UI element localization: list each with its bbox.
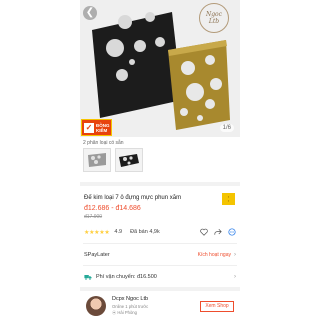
watermark-line2: Ltb — [208, 18, 220, 25]
chevron-right-icon: › — [234, 274, 236, 280]
badge-line2: KIỂM — [96, 127, 108, 133]
shop-online-status: Online 1 phút trước — [112, 304, 149, 309]
original-price: đ17.900 — [84, 214, 103, 220]
rating-row: ★★★★★ 4.9 Đã bán 4,9k — [84, 227, 236, 237]
section-divider — [80, 182, 240, 186]
rating-value: 4.9 — [114, 229, 123, 235]
sold-count: Đã bán 4,9k — [130, 229, 160, 235]
variant-black-image — [116, 149, 142, 171]
checkmark-icon: ✓ — [84, 122, 94, 133]
spaylater-label: SPayLater — [84, 252, 110, 258]
share-icon[interactable] — [214, 228, 222, 236]
variant-section: 2 phân loại có sẵn — [83, 140, 237, 172]
shop-card: Dcpx Ngoc Ltb Online 1 phút trước ⦿ Hải … — [84, 295, 236, 319]
chat-icon[interactable] — [228, 228, 236, 236]
product-price: đ12.686 - đ14.686 — [84, 205, 141, 212]
truck-icon — [84, 275, 92, 280]
shop-avatar[interactable] — [86, 296, 106, 316]
chevron-right-icon: › — [234, 252, 236, 258]
product-title: Đế kim loại 7 ô đựng mực phun xăm — [84, 195, 182, 201]
shipping-fee: Phí vận chuyển: đ16.500 — [96, 274, 157, 280]
shop-watermark: Ngoc Ltb — [199, 3, 229, 33]
image-counter: 1/6 — [219, 124, 234, 132]
variant-count-label: 2 phân loại có sẵn — [83, 140, 124, 146]
variant-gold-image — [84, 149, 110, 171]
shop-location-text: Hải Phòng — [117, 310, 137, 315]
shop-location: ⦿ Hải Phòng — [112, 310, 137, 316]
spaylater-activate-link[interactable]: Kích hoạt ngay — [198, 252, 231, 258]
shipping-row[interactable]: Phí vận chuyển: đ16.500 › — [84, 272, 236, 282]
star-rating-icon: ★★★★★ — [84, 229, 110, 236]
badge-text: ĐỒNG KIỂM — [96, 123, 110, 133]
row-divider — [83, 243, 237, 244]
shopee-mall-icon: ▪ ▪ — [222, 193, 235, 205]
heart-icon[interactable] — [200, 228, 208, 236]
product-page: ❮ Ngoc Ltb ✓ ĐỒNG KIỂM 1/6 2 phân loại c… — [80, 0, 240, 320]
section-divider — [80, 287, 240, 291]
variant-thumb-gold[interactable] — [83, 148, 111, 172]
variant-thumb-black[interactable] — [115, 148, 143, 172]
row-divider — [83, 265, 237, 266]
back-button[interactable]: ❮ — [83, 6, 97, 20]
location-pin-icon: ⦿ — [112, 310, 117, 315]
spaylater-row[interactable]: SPayLater Kích hoạt ngay › — [84, 250, 236, 260]
shop-name[interactable]: Dcpx Ngoc Ltb — [112, 296, 148, 302]
watermark-line1: Ngoc — [205, 11, 223, 18]
co-check-badge: ✓ ĐỒNG KIỂM — [81, 119, 112, 136]
product-image[interactable]: ❮ Ngoc Ltb ✓ ĐỒNG KIỂM 1/6 — [80, 0, 240, 137]
view-shop-button[interactable]: Xem Shop — [200, 301, 234, 312]
